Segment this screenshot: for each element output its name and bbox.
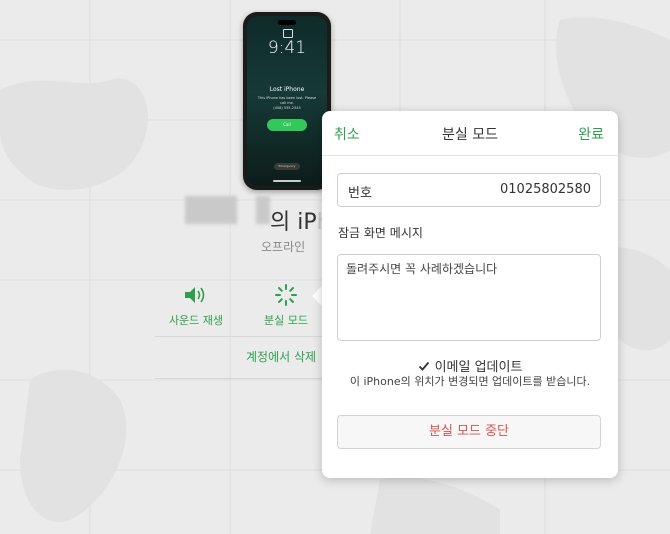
home-indicator bbox=[273, 180, 301, 182]
divider bbox=[155, 336, 325, 337]
play-sound-label: 사운드 재생 bbox=[168, 314, 224, 327]
checkmark-icon bbox=[418, 361, 429, 371]
lock-call-button: Call bbox=[267, 119, 307, 131]
email-update-row: 이메일 업데이트 bbox=[322, 356, 618, 375]
lock-time: 9:41 bbox=[267, 38, 307, 58]
stop-lost-mode-button[interactable]: 분실 모드 중단 bbox=[337, 415, 601, 449]
lock-message-textarea[interactable]: 돌려주시면 꼭 사례하겠습니다 bbox=[337, 254, 601, 341]
lock-message-text: This iPhone has been lost. Please call m… bbox=[257, 96, 317, 105]
lost-mode-popover: 취소 분실 모드 완료 번호 01025802580 잠금 화면 메시지 돌려주… bbox=[322, 111, 618, 478]
device-image: 9:41 Lost iPhone This iPhone has been lo… bbox=[243, 12, 331, 190]
email-update-label: 이메일 업데이트 bbox=[434, 360, 523, 375]
lock-message-label: 잠금 화면 메시지 bbox=[338, 226, 423, 240]
lost-mode-label: 분실 모드 bbox=[264, 314, 308, 327]
lost-mode-button[interactable]: 분실 모드 bbox=[254, 284, 318, 328]
phone-number-field[interactable]: 번호 01025802580 bbox=[337, 173, 601, 207]
popover-header: 취소 분실 모드 완료 bbox=[322, 111, 618, 156]
lock-phone-text: (408) 555-2345 bbox=[273, 106, 301, 110]
divider bbox=[155, 378, 325, 379]
popover-title: 분실 모드 bbox=[442, 127, 498, 143]
phone-number-label: 번호 bbox=[348, 186, 372, 201]
redacted-name bbox=[256, 196, 270, 224]
device-name-visible: 의 iP bbox=[270, 210, 317, 235]
email-update-description: 이 iPhone의 위치가 변경되면 업데이트를 받습니다. bbox=[349, 375, 591, 388]
lock-title: Lost iPhone bbox=[269, 86, 305, 93]
lock-message: This iPhone has been lost. Please call m… bbox=[257, 96, 317, 111]
play-sound-button[interactable]: 사운드 재생 bbox=[160, 284, 232, 328]
lock-screen: 9:41 Lost iPhone This iPhone has been lo… bbox=[247, 16, 327, 186]
phone-number-value: 01025802580 bbox=[500, 182, 591, 197]
lock-emergency-button: Emergency bbox=[274, 163, 300, 170]
remove-from-account-link[interactable]: 계정에서 삭제 bbox=[246, 348, 316, 365]
device-status: 오프라인 bbox=[261, 240, 306, 254]
email-update-checkbox[interactable] bbox=[418, 360, 430, 372]
lost-mode-spinner-icon bbox=[275, 284, 297, 306]
redacted-name bbox=[185, 196, 237, 224]
speaker-icon bbox=[185, 287, 205, 303]
dynamic-island bbox=[278, 20, 296, 25]
lock-icon bbox=[283, 29, 293, 38]
done-button[interactable]: 완료 bbox=[578, 124, 604, 144]
